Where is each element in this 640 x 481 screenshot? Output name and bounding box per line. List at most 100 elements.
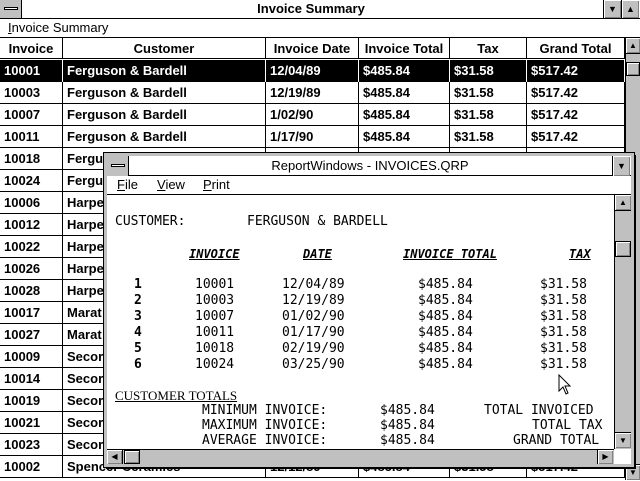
cell-tax[interactable]: $31.58	[450, 126, 527, 148]
total-invoiced-label: TOTAL INVOICED	[484, 403, 594, 418]
table-row[interactable]: 10011 Ferguson & Bardell 1/17/90 $485.84 $31…	[0, 126, 625, 148]
cell-grand-total[interactable]: $517.42	[527, 82, 625, 104]
col-header-invoice-date[interactable]: Invoice Date	[266, 38, 359, 59]
report-scroll-up-button[interactable]: ▲	[615, 195, 631, 211]
max-invoice-label: MAXIMUM INVOICE:	[202, 418, 328, 433]
scroll-left-icon: ◀	[111, 452, 118, 461]
cell-grand-total[interactable]: $517.42	[527, 126, 625, 148]
report-title-bar[interactable]: ReportWindows - INVOICES.QRP ▼	[107, 156, 631, 176]
cell-invoice[interactable]: 10003	[0, 82, 63, 104]
cell-invoice[interactable]: 10019	[0, 390, 63, 412]
cell-invoice[interactable]: 10022	[0, 236, 63, 258]
menu-file-rest: ile	[124, 177, 138, 192]
cell-invoice-total[interactable]: $485.84	[359, 82, 450, 104]
report-line-total: $485.84	[418, 309, 473, 324]
cell-invoice-date[interactable]: 12/04/89	[266, 60, 359, 82]
report-line-tax: $31.58	[540, 325, 587, 340]
report-hscroll-thumb[interactable]	[124, 450, 140, 464]
cell-invoice[interactable]: 10012	[0, 214, 63, 236]
report-minimize-button[interactable]: ▼	[612, 156, 630, 176]
grand-total-label: GRAND TOTAL	[513, 433, 600, 448]
menu-invoice-summary[interactable]: Invoice Summary	[6, 19, 110, 37]
report-scroll-down-button[interactable]: ▼	[615, 432, 631, 448]
cell-invoice[interactable]: 10021	[0, 412, 63, 434]
cell-grand-total[interactable]: $517.42	[527, 104, 625, 126]
table-row[interactable]: 10001 Ferguson & Bardell 12/04/89 $485.84 $3…	[0, 60, 625, 82]
report-line-total: $485.84	[418, 341, 473, 356]
scroll-up-button[interactable]: ▲	[626, 38, 640, 54]
cell-invoice[interactable]: 10017	[0, 302, 63, 324]
system-menu-box[interactable]	[0, 0, 22, 18]
cell-invoice-total[interactable]: $485.84	[359, 60, 450, 82]
report-scroll-left-button[interactable]: ◀	[107, 450, 123, 464]
cell-customer[interactable]: Ferguson & Bardell	[63, 126, 266, 148]
cell-invoice[interactable]: 10026	[0, 258, 63, 280]
report-horizontal-scrollbar[interactable]: ◀ ▶	[107, 449, 614, 464]
system-menu-icon	[4, 7, 18, 10]
report-line-total: $485.84	[418, 293, 473, 308]
cell-invoice[interactable]: 10002	[0, 456, 63, 478]
cell-customer[interactable]: Ferguson & Bardell	[63, 104, 266, 126]
total-tax-label: TOTAL TAX	[532, 418, 603, 433]
col-header-tax[interactable]: Tax	[450, 38, 527, 59]
report-line-tax: $31.58	[540, 309, 587, 324]
minimize-button[interactable]: ▼	[603, 0, 621, 18]
cell-invoice[interactable]: 10018	[0, 148, 63, 170]
cell-invoice[interactable]: 10007	[0, 104, 63, 126]
report-vscroll-thumb[interactable]	[615, 241, 631, 257]
minimize-icon: ▼	[617, 161, 626, 171]
report-window-title: ReportWindows - INVOICES.QRP	[271, 158, 469, 173]
cell-invoice-date[interactable]: 1/02/90	[266, 104, 359, 126]
cell-invoice[interactable]: 10011	[0, 126, 63, 148]
menu-file[interactable]: File	[115, 176, 140, 194]
mouse-pointer-icon	[558, 374, 572, 395]
cell-invoice-date[interactable]: 1/17/90	[266, 126, 359, 148]
table-row[interactable]: 10003 Ferguson & Bardell 12/19/89 $485.84 $3…	[0, 82, 625, 104]
cell-grand-total[interactable]: $517.42	[527, 60, 625, 82]
cell-invoice[interactable]: 10023	[0, 434, 63, 456]
menu-view[interactable]: View	[155, 176, 187, 194]
report-system-menu-box[interactable]	[107, 156, 129, 176]
cell-customer[interactable]: Ferguson & Bardell	[63, 82, 266, 104]
report-vertical-scrollbar[interactable]: ▲ ▼	[614, 195, 631, 449]
cell-tax[interactable]: $31.58	[450, 104, 527, 126]
maximize-button[interactable]: ▲	[621, 0, 639, 18]
report-line-number: 5	[134, 341, 142, 356]
col-header-invoice-total[interactable]: Invoice Total	[359, 38, 450, 59]
menu-view-rest: iew	[165, 177, 185, 192]
menu-print[interactable]: Print	[201, 176, 232, 194]
report-line-number: 6	[134, 357, 142, 372]
report-scroll-right-button[interactable]: ▶	[597, 450, 613, 464]
cell-invoice-total[interactable]: $485.84	[359, 104, 450, 126]
report-line-tax: $31.58	[540, 341, 587, 356]
cell-invoice[interactable]: 10024	[0, 170, 63, 192]
report-line-invoice: 10007	[195, 309, 235, 324]
main-title-bar[interactable]: Invoice Summary ▼ ▲	[0, 0, 640, 19]
col-header-grand-total[interactable]: Grand Total	[527, 38, 625, 59]
cell-customer[interactable]: Ferguson & Bardell	[63, 60, 266, 82]
cell-tax[interactable]: $31.58	[450, 60, 527, 82]
col-header-customer[interactable]: Customer	[63, 38, 266, 59]
cell-invoice[interactable]: 10028	[0, 280, 63, 302]
report-line-date: 01/02/90	[282, 309, 345, 324]
cell-invoice[interactable]: 10001	[0, 60, 63, 82]
cell-invoice[interactable]: 10027	[0, 324, 63, 346]
main-menu-bar: Invoice Summary	[0, 19, 640, 38]
report-window[interactable]: ReportWindows - INVOICES.QRP ▼ File View…	[103, 152, 635, 468]
avg-invoice-label: AVERAGE INVOICE:	[202, 433, 328, 448]
report-line-number: 1	[134, 277, 142, 292]
report-line-invoice: 10003	[195, 293, 235, 308]
maximize-icon: ▲	[626, 4, 635, 14]
menu-print-mnemonic: P	[203, 177, 212, 192]
cell-invoice-date[interactable]: 12/19/89	[266, 82, 359, 104]
cell-tax[interactable]: $31.58	[450, 82, 527, 104]
col-header-invoice[interactable]: Invoice	[0, 38, 63, 59]
report-line-total: $485.84	[418, 357, 473, 372]
cell-invoice-total[interactable]: $485.84	[359, 126, 450, 148]
report-line-total: $485.84	[418, 325, 473, 340]
cell-invoice[interactable]: 10009	[0, 346, 63, 368]
table-row[interactable]: 10007 Ferguson & Bardell 1/02/90 $485.84 $31…	[0, 104, 625, 126]
cell-invoice[interactable]: 10014	[0, 368, 63, 390]
cell-invoice[interactable]: 10006	[0, 192, 63, 214]
scroll-thumb[interactable]	[626, 62, 640, 76]
